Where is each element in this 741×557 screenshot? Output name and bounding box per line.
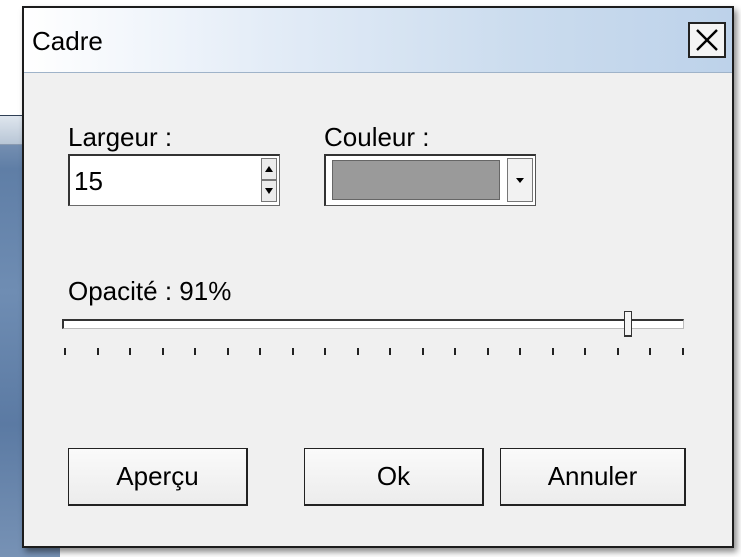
slider-tick xyxy=(96,348,99,355)
arrow-down-icon xyxy=(265,188,273,194)
slider-tick xyxy=(682,348,684,355)
color-dropdown[interactable] xyxy=(324,154,536,206)
cancel-button[interactable]: Annuler xyxy=(500,448,686,506)
slider-tick xyxy=(454,348,457,355)
width-spinbox[interactable]: 15 xyxy=(68,154,280,206)
frame-dialog: Cadre Largeur : 15 Couleur : Opacité : 9… xyxy=(22,6,734,548)
color-label: Couleur : xyxy=(324,122,430,152)
slider-tick xyxy=(356,348,359,355)
width-label: Largeur : xyxy=(68,122,173,152)
ok-button[interactable]: Ok xyxy=(304,448,484,506)
slider-tick xyxy=(259,348,262,355)
close-button[interactable] xyxy=(688,22,726,58)
slider-tick xyxy=(519,348,522,355)
slider-tick xyxy=(584,348,587,355)
spin-up-button[interactable] xyxy=(261,158,277,180)
arrow-up-icon xyxy=(265,166,273,172)
slider-tick xyxy=(64,348,66,355)
opacity-slider-track[interactable] xyxy=(62,319,684,329)
slider-tick xyxy=(129,348,132,355)
color-swatch xyxy=(332,160,500,200)
slider-tick xyxy=(551,348,554,355)
spin-down-button[interactable] xyxy=(261,180,277,202)
slider-tick xyxy=(486,348,489,355)
slider-tick xyxy=(161,348,164,355)
dialog-title: Cadre xyxy=(32,26,103,56)
opacity-label: Opacité : 91% xyxy=(68,276,232,306)
width-value[interactable]: 15 xyxy=(74,166,103,197)
slider-tick xyxy=(194,348,197,355)
slider-tick xyxy=(421,348,424,355)
slider-tick xyxy=(324,348,327,355)
slider-tick xyxy=(226,348,229,355)
slider-tick xyxy=(389,348,392,355)
opacity-slider-thumb[interactable] xyxy=(624,311,633,337)
preview-button[interactable]: Aperçu xyxy=(68,448,248,506)
slider-tick xyxy=(616,348,619,355)
dialog-titlebar[interactable]: Cadre xyxy=(24,8,732,73)
dropdown-button[interactable] xyxy=(507,158,533,202)
slider-tick xyxy=(649,348,652,355)
slider-tick xyxy=(291,348,294,355)
close-icon xyxy=(696,29,718,51)
chevron-down-icon xyxy=(516,177,524,183)
